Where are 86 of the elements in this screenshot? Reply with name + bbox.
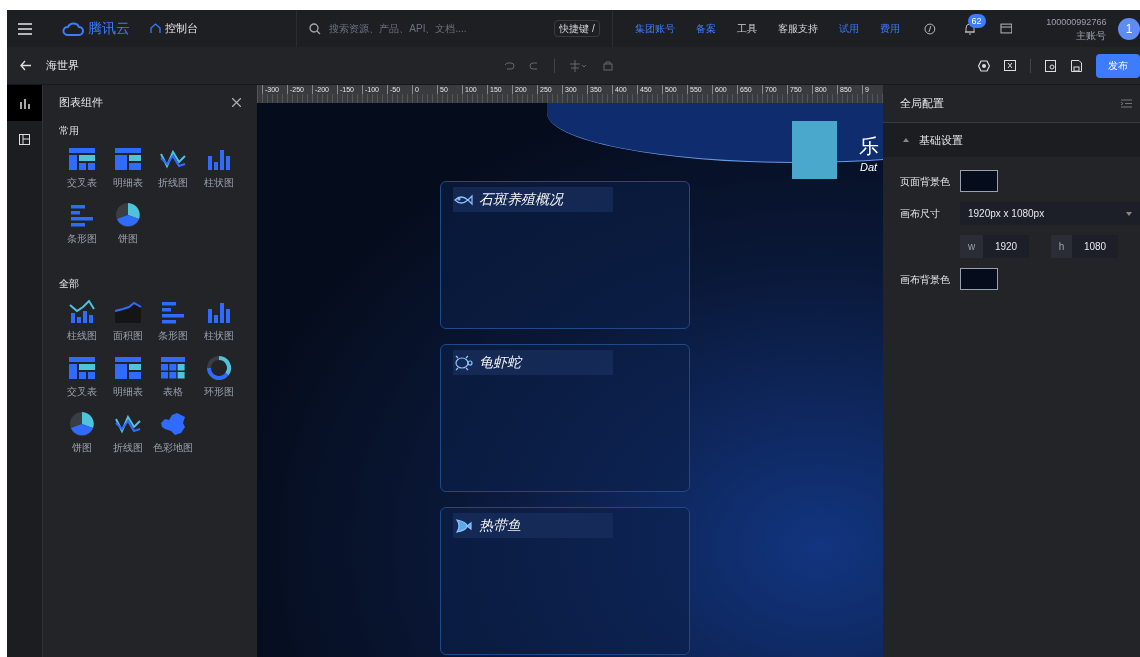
chart-component[interactable]: 色彩地图: [150, 411, 196, 455]
height-field[interactable]: h 1080: [1051, 235, 1118, 258]
back-arrow-icon[interactable]: [20, 60, 32, 71]
card-title: 石斑养殖概况: [479, 190, 563, 209]
chart-component[interactable]: 柱线图: [59, 299, 105, 343]
search-field[interactable]: 搜索资源、产品、API、文档....: [329, 21, 547, 36]
size-dropdown[interactable]: 1920px x 1080px: [960, 202, 1140, 225]
chart-component[interactable]: 折线图: [104, 411, 151, 455]
chart-component[interactable]: 条形图: [59, 202, 105, 246]
horizontal-bar-icon: [68, 202, 96, 228]
nav-link[interactable]: 费用: [879, 21, 900, 36]
bell-icon[interactable]: [963, 22, 976, 35]
color-swatch[interactable]: [960, 170, 998, 192]
hexagon-icon[interactable]: [978, 59, 990, 72]
chart-component[interactable]: 表格: [150, 355, 196, 399]
section-header[interactable]: 基础设置: [883, 123, 1140, 157]
search-icon: [309, 22, 322, 35]
area-chart-icon: [113, 299, 142, 325]
nav-link[interactable]: 客服支持: [777, 21, 818, 36]
config-title: 全局配置: [900, 96, 944, 112]
nav-link[interactable]: 工具: [736, 21, 757, 36]
layout-icon: [19, 133, 30, 145]
save-icon[interactable]: [1071, 59, 1082, 72]
detail-table-icon: [113, 146, 142, 172]
dashboard-subtitle: Dat: [860, 160, 878, 175]
donut-chart-icon: [204, 355, 233, 381]
shortcut-key: 快捷键 /: [554, 20, 600, 37]
home-icon: [150, 23, 162, 34]
panel-title: 图表组件: [59, 94, 103, 110]
chart-component[interactable]: 条形图: [150, 299, 196, 343]
chart-component[interactable]: 柱状图: [195, 146, 242, 190]
nav-link[interactable]: 集团账号: [634, 21, 675, 36]
fish-icon: [453, 517, 473, 534]
nav-link[interactable]: 备案: [695, 21, 716, 36]
chart-component[interactable]: 明细表: [104, 355, 151, 399]
dashboard-title: 乐: [859, 134, 879, 159]
turtle-icon: [453, 354, 473, 371]
cloud-logo-icon: [62, 21, 85, 36]
chart-component[interactable]: 交叉表: [59, 355, 105, 399]
card-title: 热带鱼: [479, 516, 521, 535]
brand-name[interactable]: 腾讯云: [88, 18, 131, 39]
list-icon[interactable]: [1121, 99, 1132, 108]
field-label: 画布尺寸: [900, 207, 941, 221]
link-icon[interactable]: [923, 22, 936, 35]
pie-chart-icon: [68, 411, 96, 437]
publish-button[interactable]: 发布: [1096, 53, 1140, 78]
section-title: 常用: [59, 124, 80, 138]
account-id[interactable]: 100000992766: [1046, 14, 1107, 29]
chart-component[interactable]: 饼图: [59, 411, 105, 455]
close-icon[interactable]: [232, 97, 241, 107]
caret-icon: [903, 138, 909, 142]
cross-table-icon: [68, 355, 96, 381]
width-field[interactable]: w 1920: [960, 235, 1029, 258]
horizontal-bar-icon: [159, 299, 187, 325]
nav-link[interactable]: 试用: [838, 21, 859, 36]
billing-icon[interactable]: [999, 22, 1013, 35]
bar-chart-icon: [18, 97, 31, 109]
chart-component[interactable]: 面积图: [104, 299, 151, 343]
notification-badge: 62: [967, 14, 986, 28]
logo-placeholder: [792, 121, 837, 179]
undo-icon[interactable]: [504, 60, 515, 71]
chart-component[interactable]: 柱状图: [195, 299, 242, 343]
chart-component[interactable]: 饼图: [104, 202, 151, 246]
section-title: 全部: [59, 277, 80, 291]
console-link[interactable]: 控制台: [165, 20, 199, 37]
map-icon: [159, 411, 187, 437]
table-icon: [159, 355, 187, 381]
card-title: 龟虾蛇: [479, 353, 521, 372]
color-swatch[interactable]: [960, 268, 998, 290]
preview-icon[interactable]: [1045, 59, 1057, 72]
variable-icon[interactable]: [1004, 60, 1016, 71]
caret-icon: [1126, 211, 1132, 216]
detail-table-icon: [113, 355, 142, 381]
cross-table-icon: [68, 146, 96, 172]
account-role: 主账号: [1076, 28, 1107, 43]
chart-tab[interactable]: [7, 85, 42, 121]
chart-component[interactable]: 环形图: [195, 355, 242, 399]
pie-chart-icon: [113, 202, 142, 228]
field-label: 页面背景色: [900, 174, 951, 189]
redo-icon[interactable]: [529, 60, 540, 71]
chart-component[interactable]: 交叉表: [59, 146, 105, 190]
field-label: 画布背景色: [900, 272, 951, 287]
chart-component[interactable]: 明细表: [104, 146, 151, 190]
chart-component[interactable]: 折线图: [150, 146, 196, 190]
bar-line-chart-icon: [68, 299, 96, 325]
project-title: 海世界: [46, 58, 79, 74]
